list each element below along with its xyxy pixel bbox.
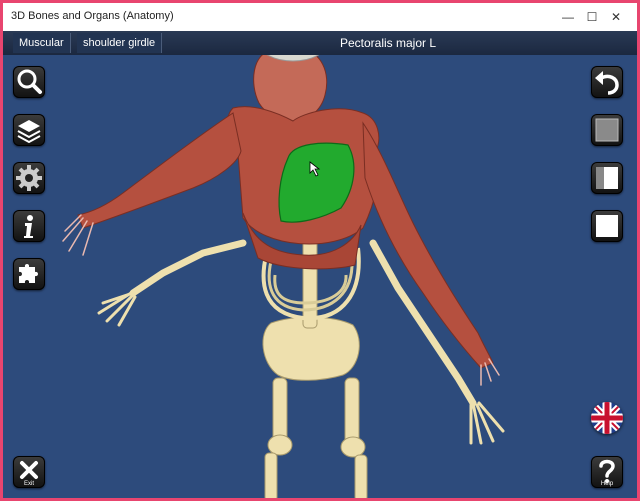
language-button[interactable] <box>591 402 623 434</box>
app-window: 3D Bones and Organs (Anatomy) — ☐ ✕ Musc… <box>0 0 640 501</box>
exit-button[interactable]: Exit <box>13 456 45 488</box>
search-button[interactable] <box>13 66 45 98</box>
opacity-solid-button[interactable] <box>591 210 623 242</box>
puzzle-button[interactable] <box>13 258 45 290</box>
half-square-icon <box>596 167 618 189</box>
puzzle-icon <box>19 264 38 283</box>
undo-button[interactable] <box>591 66 623 98</box>
opacity-gray-button[interactable] <box>591 114 623 146</box>
close-button[interactable]: ✕ <box>605 7 627 27</box>
info-icon <box>24 215 33 238</box>
white-square-icon <box>596 215 618 237</box>
title-bar: 3D Bones and Organs (Anatomy) — ☐ ✕ <box>3 3 637 31</box>
search-icon <box>17 69 42 94</box>
layers-button[interactable] <box>13 114 45 146</box>
help-label: Help <box>600 481 614 487</box>
breadcrumb-shoulder-girdle[interactable]: shoulder girdle <box>77 33 163 53</box>
breadcrumb-muscular[interactable]: Muscular <box>13 33 71 53</box>
opacity-half-button[interactable] <box>591 162 623 194</box>
anatomy-model[interactable] <box>3 24 637 498</box>
exit-label: Exit <box>23 481 34 487</box>
minimize-button[interactable]: — <box>557 7 579 27</box>
maximize-button[interactable]: ☐ <box>581 7 603 27</box>
layers-icon <box>17 120 41 144</box>
info-button[interactable] <box>13 210 45 242</box>
selected-structure-label: Pectoralis major L <box>339 36 437 50</box>
breadcrumb-bar: Muscular shoulder girdle Pectoralis majo… <box>3 31 637 55</box>
uk-flag-icon <box>591 402 623 434</box>
gear-icon <box>16 165 42 191</box>
undo-icon <box>595 71 619 95</box>
settings-button[interactable] <box>13 162 45 194</box>
help-button[interactable]: Help <box>591 456 623 488</box>
window-title: 3D Bones and Organs (Anatomy) <box>11 10 174 22</box>
gray-square-icon <box>595 118 619 142</box>
anatomy-3d-viewport[interactable] <box>3 24 637 498</box>
